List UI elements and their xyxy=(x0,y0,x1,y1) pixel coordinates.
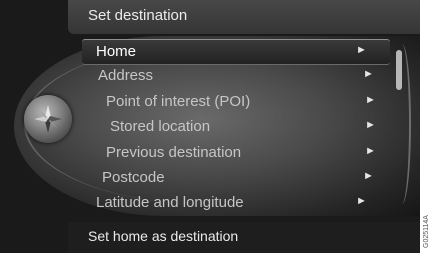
arrow-right-icon: ► xyxy=(356,195,367,207)
compass-knob xyxy=(24,95,72,143)
title-bar: Set destination xyxy=(68,0,420,34)
image-code: G025114A xyxy=(423,215,430,248)
menu-item-latitude-longitude[interactable]: Latitude and longitude ► xyxy=(88,191,378,215)
page-title: Set destination xyxy=(88,7,188,24)
menu-item-postcode[interactable]: Postcode ► xyxy=(94,166,384,190)
arrow-right-icon: ► xyxy=(363,170,374,182)
compass-icon xyxy=(34,105,62,133)
menu-item-label: Latitude and longitude xyxy=(96,194,244,211)
arrow-right-icon: ► xyxy=(356,44,367,56)
menu-item-stored-location[interactable]: Stored location ► xyxy=(102,115,392,139)
menu-item-home[interactable]: Home ► xyxy=(82,39,390,65)
arrow-right-icon: ► xyxy=(363,68,374,80)
scrollbar-thumb[interactable] xyxy=(396,50,402,90)
navigation-screen: Set destination Home ► Address ► Point o… xyxy=(0,0,420,253)
status-hint: Set home as destination xyxy=(88,228,239,244)
arrow-right-icon: ► xyxy=(365,145,376,157)
menu-item-previous-destination[interactable]: Previous destination ► xyxy=(98,141,388,165)
menu-item-label: Address xyxy=(98,67,154,84)
menu-item-address[interactable]: Address ► xyxy=(90,64,380,88)
menu-item-label: Stored location xyxy=(110,118,211,135)
menu-item-label: Home xyxy=(96,43,137,60)
arrow-right-icon: ► xyxy=(365,119,376,131)
menu-item-label: Postcode xyxy=(102,169,165,186)
arrow-right-icon: ► xyxy=(365,94,376,106)
menu-item-point-of-interest[interactable]: Point of interest (POI) ► xyxy=(98,90,388,114)
menu-item-label: Previous destination xyxy=(106,144,242,161)
status-bar: Set home as destination xyxy=(68,222,420,253)
menu-item-label: Point of interest (POI) xyxy=(106,93,251,110)
